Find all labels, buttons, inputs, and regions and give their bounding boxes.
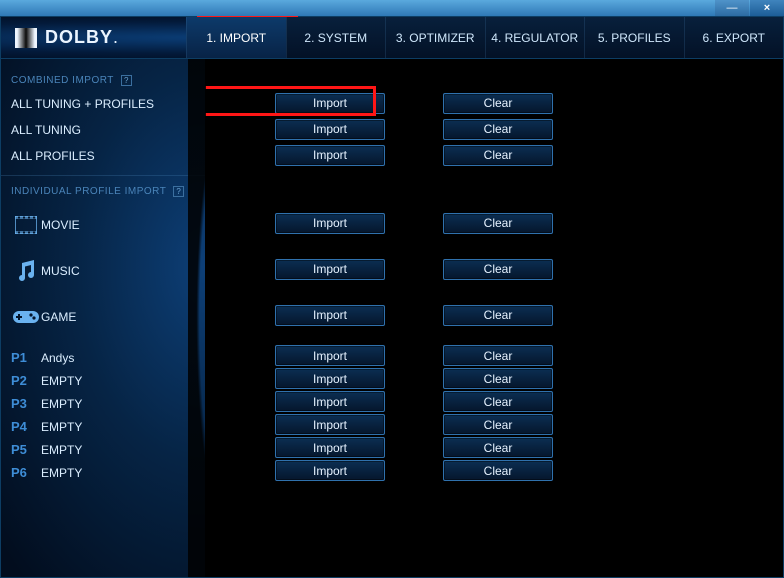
- tab-optimizer[interactable]: 3. OPTIMIZER: [385, 17, 485, 58]
- import-button-all-tuning[interactable]: Import: [275, 119, 385, 140]
- row-p1: Import Clear: [205, 344, 783, 367]
- film-icon: [11, 216, 41, 234]
- import-button-p2[interactable]: Import: [275, 368, 385, 389]
- main-panel: Import Clear Import Clear Import Clear I…: [205, 59, 783, 577]
- sidebar-item-game[interactable]: GAME: [1, 294, 205, 340]
- clear-button-p6[interactable]: Clear: [443, 460, 553, 481]
- sidebar-item-p5[interactable]: P5 EMPTY: [1, 438, 205, 461]
- sidebar-item-all-profiles[interactable]: ALL PROFILES: [1, 143, 205, 169]
- sidebar-item-all-tuning[interactable]: ALL TUNING: [1, 117, 205, 143]
- tab-import[interactable]: 1. IMPORT: [186, 17, 286, 58]
- minimize-button[interactable]: —: [715, 0, 749, 16]
- import-button-p5[interactable]: Import: [275, 437, 385, 458]
- import-button-movie[interactable]: Import: [275, 213, 385, 234]
- tab-export[interactable]: 6. EXPORT: [684, 17, 784, 58]
- tab-profiles[interactable]: 5. PROFILES: [584, 17, 684, 58]
- import-button-p3[interactable]: Import: [275, 391, 385, 412]
- clear-button-p1[interactable]: Clear: [443, 345, 553, 366]
- clear-button-game[interactable]: Clear: [443, 305, 553, 326]
- close-icon: ×: [764, 3, 770, 14]
- sidebar-item-p4[interactable]: P4 EMPTY: [1, 415, 205, 438]
- main-tabs: 1. IMPORT 2. SYSTEM 3. OPTIMIZER 4. REGU…: [186, 17, 783, 58]
- row-p5: Import Clear: [205, 436, 783, 459]
- import-button-all-profiles[interactable]: Import: [275, 145, 385, 166]
- sidebar-item-p6[interactable]: P6 EMPTY: [1, 461, 205, 484]
- body: COMBINED IMPORT ? ALL TUNING + PROFILES …: [1, 59, 783, 577]
- row-all-tuning: Import Clear: [205, 116, 783, 142]
- section-combined-import: COMBINED IMPORT ?: [1, 73, 205, 91]
- sidebar-item-p2[interactable]: P2 EMPTY: [1, 369, 205, 392]
- music-note-icon: [11, 260, 41, 282]
- clear-button-p4[interactable]: Clear: [443, 414, 553, 435]
- close-button[interactable]: ×: [750, 0, 784, 16]
- clear-button-all-tuning-profiles[interactable]: Clear: [443, 93, 553, 114]
- divider: [1, 175, 205, 176]
- app-frame: DOLBY. 1. IMPORT 2. SYSTEM 3. OPTIMIZER …: [0, 16, 784, 578]
- row-p2: Import Clear: [205, 367, 783, 390]
- import-button-music[interactable]: Import: [275, 259, 385, 280]
- sidebar-item-p3[interactable]: P3 EMPTY: [1, 392, 205, 415]
- sidebar-item-all-tuning-profiles[interactable]: ALL TUNING + PROFILES: [1, 91, 205, 117]
- section-individual-import: INDIVIDUAL PROFILE IMPORT ?: [1, 184, 205, 202]
- tab-system[interactable]: 2. SYSTEM: [286, 17, 386, 58]
- clear-button-p3[interactable]: Clear: [443, 391, 553, 412]
- row-all-profiles: Import Clear: [205, 142, 783, 168]
- row-p6: Import Clear: [205, 459, 783, 482]
- row-all-tuning-profiles: Import Clear: [205, 90, 783, 116]
- clear-button-all-profiles[interactable]: Clear: [443, 145, 553, 166]
- import-button-p6[interactable]: Import: [275, 460, 385, 481]
- row-movie: Import Clear: [205, 200, 783, 246]
- clear-button-p5[interactable]: Clear: [443, 437, 553, 458]
- row-p3: Import Clear: [205, 390, 783, 413]
- header: DOLBY. 1. IMPORT 2. SYSTEM 3. OPTIMIZER …: [1, 17, 783, 59]
- sidebar-item-music[interactable]: MUSIC: [1, 248, 205, 294]
- row-music: Import Clear: [205, 246, 783, 292]
- import-button-p1[interactable]: Import: [275, 345, 385, 366]
- sidebar-item-p1[interactable]: P1 Andys: [1, 346, 205, 369]
- clear-button-movie[interactable]: Clear: [443, 213, 553, 234]
- dolby-logo: DOLBY.: [1, 27, 186, 48]
- clear-button-all-tuning[interactable]: Clear: [443, 119, 553, 140]
- import-button-all-tuning-profiles[interactable]: Import: [275, 93, 385, 114]
- gamepad-icon: [11, 309, 41, 325]
- clear-button-music[interactable]: Clear: [443, 259, 553, 280]
- help-icon[interactable]: ?: [121, 75, 132, 86]
- row-game: Import Clear: [205, 292, 783, 338]
- sidebar: COMBINED IMPORT ? ALL TUNING + PROFILES …: [1, 59, 205, 577]
- brand-text: DOLBY: [45, 27, 113, 48]
- minimize-icon: —: [727, 3, 738, 14]
- import-button-p4[interactable]: Import: [275, 414, 385, 435]
- titlebar: — ×: [0, 0, 784, 16]
- dolby-tuning-window: — × DOLBY. 1. IMPORT 2. SYSTEM 3. OPTIMI…: [0, 0, 784, 578]
- help-icon[interactable]: ?: [173, 186, 184, 197]
- tab-regulator[interactable]: 4. REGULATOR: [485, 17, 585, 58]
- row-p4: Import Clear: [205, 413, 783, 436]
- dolby-mark-icon: [15, 28, 37, 48]
- import-button-game[interactable]: Import: [275, 305, 385, 326]
- clear-button-p2[interactable]: Clear: [443, 368, 553, 389]
- sidebar-item-movie[interactable]: MOVIE: [1, 202, 205, 248]
